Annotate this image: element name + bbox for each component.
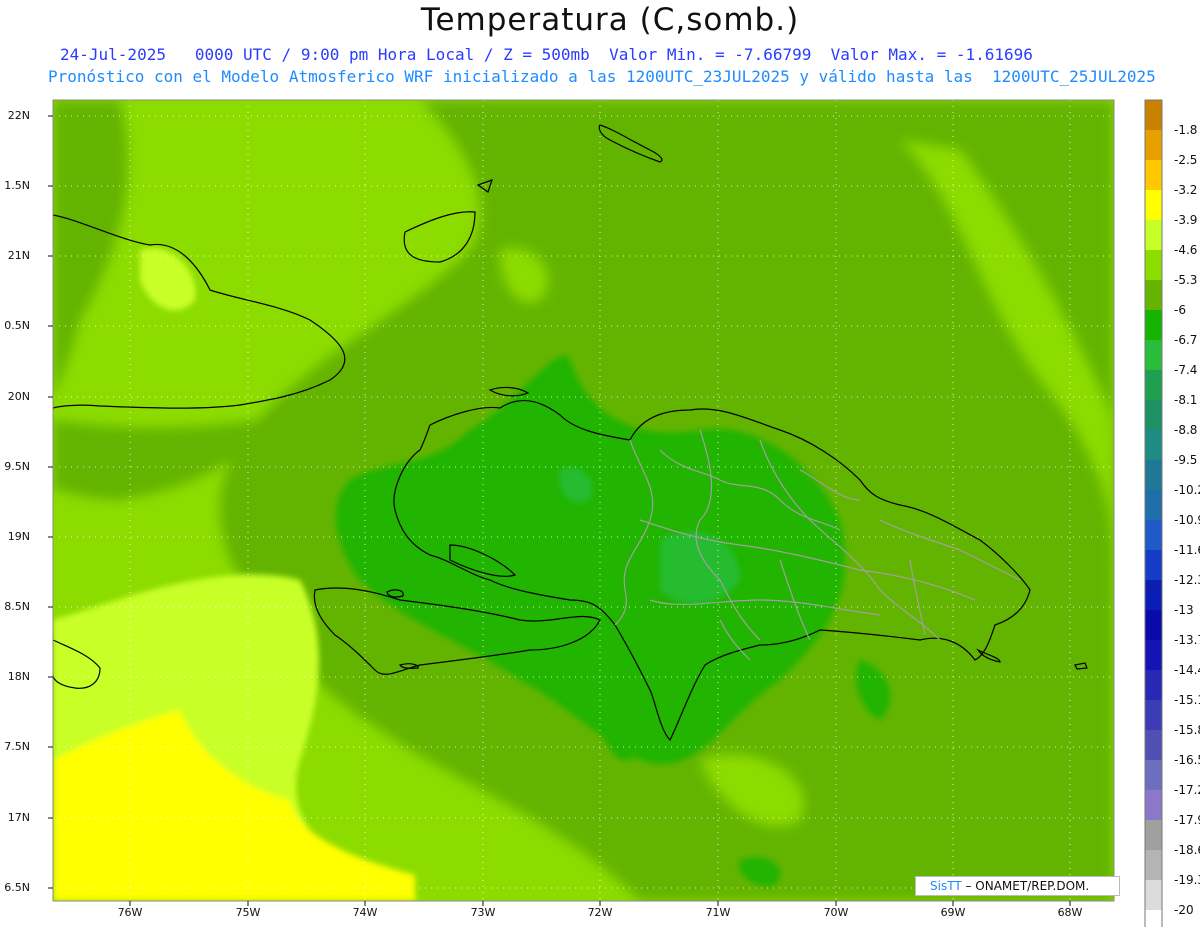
colorbar-swatch (1145, 640, 1162, 670)
colorbar-label: -19.3 (1174, 873, 1200, 887)
colorbar-swatch (1145, 310, 1162, 340)
colorbar-label: -6.7 (1174, 333, 1198, 347)
lat-label: 6.5N (4, 881, 30, 894)
colorbar-label: -3.2 (1174, 183, 1198, 197)
lon-label: 70W (823, 906, 849, 919)
colorbar-swatch (1145, 250, 1162, 280)
colorbar-label: -10.2 (1174, 483, 1200, 497)
colorbar-label: -7.4 (1174, 363, 1198, 377)
colorbar-swatch (1145, 820, 1162, 850)
colorbar-swatch (1145, 460, 1162, 490)
colorbar-swatch (1145, 490, 1162, 520)
colorbar-label: -10.9 (1174, 513, 1200, 527)
colorbar-swatch (1145, 160, 1162, 190)
colorbar-swatch (1145, 910, 1162, 927)
colorbar (1144, 99, 1163, 927)
colorbar-label: -3.9 (1174, 213, 1198, 227)
colorbar-label: -5.3 (1174, 273, 1198, 287)
lon-label: 75W (235, 906, 261, 919)
lat-label: 9.5N (4, 460, 30, 473)
colorbar-label: -20 (1174, 903, 1194, 917)
colorbar-swatch (1145, 190, 1162, 220)
colorbar-label: -4.6 (1174, 243, 1198, 257)
colorbar-swatch (1145, 850, 1162, 880)
colorbar-label: -12.3 (1174, 573, 1200, 587)
colorbar-label: -1.8 (1174, 123, 1198, 137)
credit-brand: SisTT (930, 879, 962, 893)
credit-text: – ONAMET/REP.DOM. (961, 879, 1090, 893)
colorbar-label: -11.6 (1174, 543, 1200, 557)
colorbar-swatch (1145, 790, 1162, 820)
colorbar-label: -15.1 (1174, 693, 1200, 707)
lat-label: 0.5N (4, 319, 30, 332)
lat-label: 1.5N (4, 179, 30, 192)
colorbar-label: -13 (1174, 603, 1194, 617)
credit-badge: SisTT – ONAMET/REP.DOM. (915, 876, 1120, 896)
lon-label: 74W (352, 906, 378, 919)
lat-label: 17N (7, 811, 30, 824)
colorbar-label: -8.8 (1174, 423, 1198, 437)
colorbar-label: -13.7 (1174, 633, 1200, 647)
colorbar-label: -18.6 (1174, 843, 1200, 857)
colorbar-swatch (1145, 670, 1162, 700)
colorbar-label: -6 (1174, 303, 1186, 317)
colorbar-label: -8.1 (1174, 393, 1198, 407)
colorbar-swatch (1145, 130, 1162, 160)
lon-label: 69W (940, 906, 966, 919)
lon-label: 72W (587, 906, 613, 919)
lon-label: 71W (705, 906, 731, 919)
lat-label: 19N (7, 530, 30, 543)
colorbar-label: -17.2 (1174, 783, 1200, 797)
lat-label: 8.5N (4, 600, 30, 613)
colorbar-swatch (1145, 400, 1162, 430)
colorbar-label: -16.5 (1174, 753, 1200, 767)
colorbar-swatch (1145, 880, 1162, 910)
colorbar-label: -2.5 (1174, 153, 1198, 167)
lat-label: 21N (7, 249, 30, 262)
lat-label: 18N (7, 670, 30, 683)
colorbar-swatch (1145, 760, 1162, 790)
colorbar-swatch (1145, 730, 1162, 760)
lat-label: 20N (7, 390, 30, 403)
colorbar-swatch (1145, 100, 1162, 130)
lat-label: 7.5N (4, 740, 30, 753)
colorbar-swatch (1145, 280, 1162, 310)
colorbar-swatch (1145, 340, 1162, 370)
colorbar-swatch (1145, 700, 1162, 730)
colorbar-swatch (1145, 580, 1162, 610)
colorbar-label: -15.8 (1174, 723, 1200, 737)
colorbar-swatch (1145, 430, 1162, 460)
temperature-map (48, 99, 1163, 927)
colorbar-label: -14.4 (1174, 663, 1200, 677)
lat-label: 22N (7, 109, 30, 122)
colorbar-swatch (1145, 220, 1162, 250)
colorbar-label: -17.9 (1174, 813, 1200, 827)
lon-label: 73W (470, 906, 496, 919)
colorbar-swatch (1145, 370, 1162, 400)
lon-label: 76W (117, 906, 143, 919)
colorbar-label: -9.5 (1174, 453, 1198, 467)
colorbar-swatch (1145, 550, 1162, 580)
colorbar-swatch (1145, 520, 1162, 550)
lon-label: 68W (1057, 906, 1083, 919)
temperature-shading (53, 100, 1114, 901)
colorbar-swatch (1145, 610, 1162, 640)
